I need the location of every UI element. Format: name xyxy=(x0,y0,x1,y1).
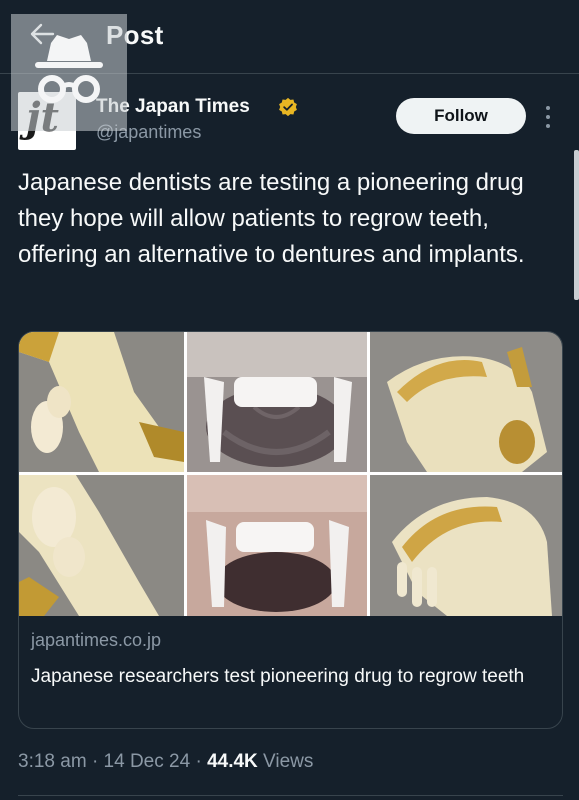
media-grid[interactable] xyxy=(19,332,562,616)
jaw-specimen-top-right[interactable] xyxy=(367,332,562,472)
meta-separator: · xyxy=(195,751,202,772)
jaw-specimen-bottom-left[interactable] xyxy=(19,472,184,616)
verified-badge-icon xyxy=(279,97,297,117)
scrollbar[interactable] xyxy=(574,150,579,300)
post-meta: 3:18 am · 14 Dec 24 · 44.4K Views xyxy=(18,751,313,773)
jaw-specimen-top-left[interactable] xyxy=(19,332,184,472)
link-card-domain[interactable]: japantimes.co.jp xyxy=(31,630,161,651)
link-card[interactable]: japantimes.co.jp Japanese researchers te… xyxy=(18,331,563,729)
post-text: Japanese dentists are testing a pioneeri… xyxy=(18,169,525,268)
mouse-teeth-bottom-center[interactable] xyxy=(184,472,367,616)
views-label: Views xyxy=(263,751,314,772)
views-count[interactable]: 44.4K xyxy=(207,751,258,772)
post-date[interactable]: 14 Dec 24 xyxy=(104,751,191,772)
meta-divider xyxy=(18,795,563,796)
more-options-icon[interactable] xyxy=(538,104,558,130)
jaw-specimen-bottom-right[interactable] xyxy=(367,472,562,616)
link-card-title[interactable]: Japanese researchers test pioneering dru… xyxy=(31,662,531,691)
incognito-icon xyxy=(11,14,127,131)
mouse-teeth-top-center[interactable] xyxy=(184,332,367,472)
follow-button[interactable]: Follow xyxy=(396,98,526,134)
meta-separator: · xyxy=(91,751,99,772)
post-time[interactable]: 3:18 am xyxy=(18,751,87,772)
